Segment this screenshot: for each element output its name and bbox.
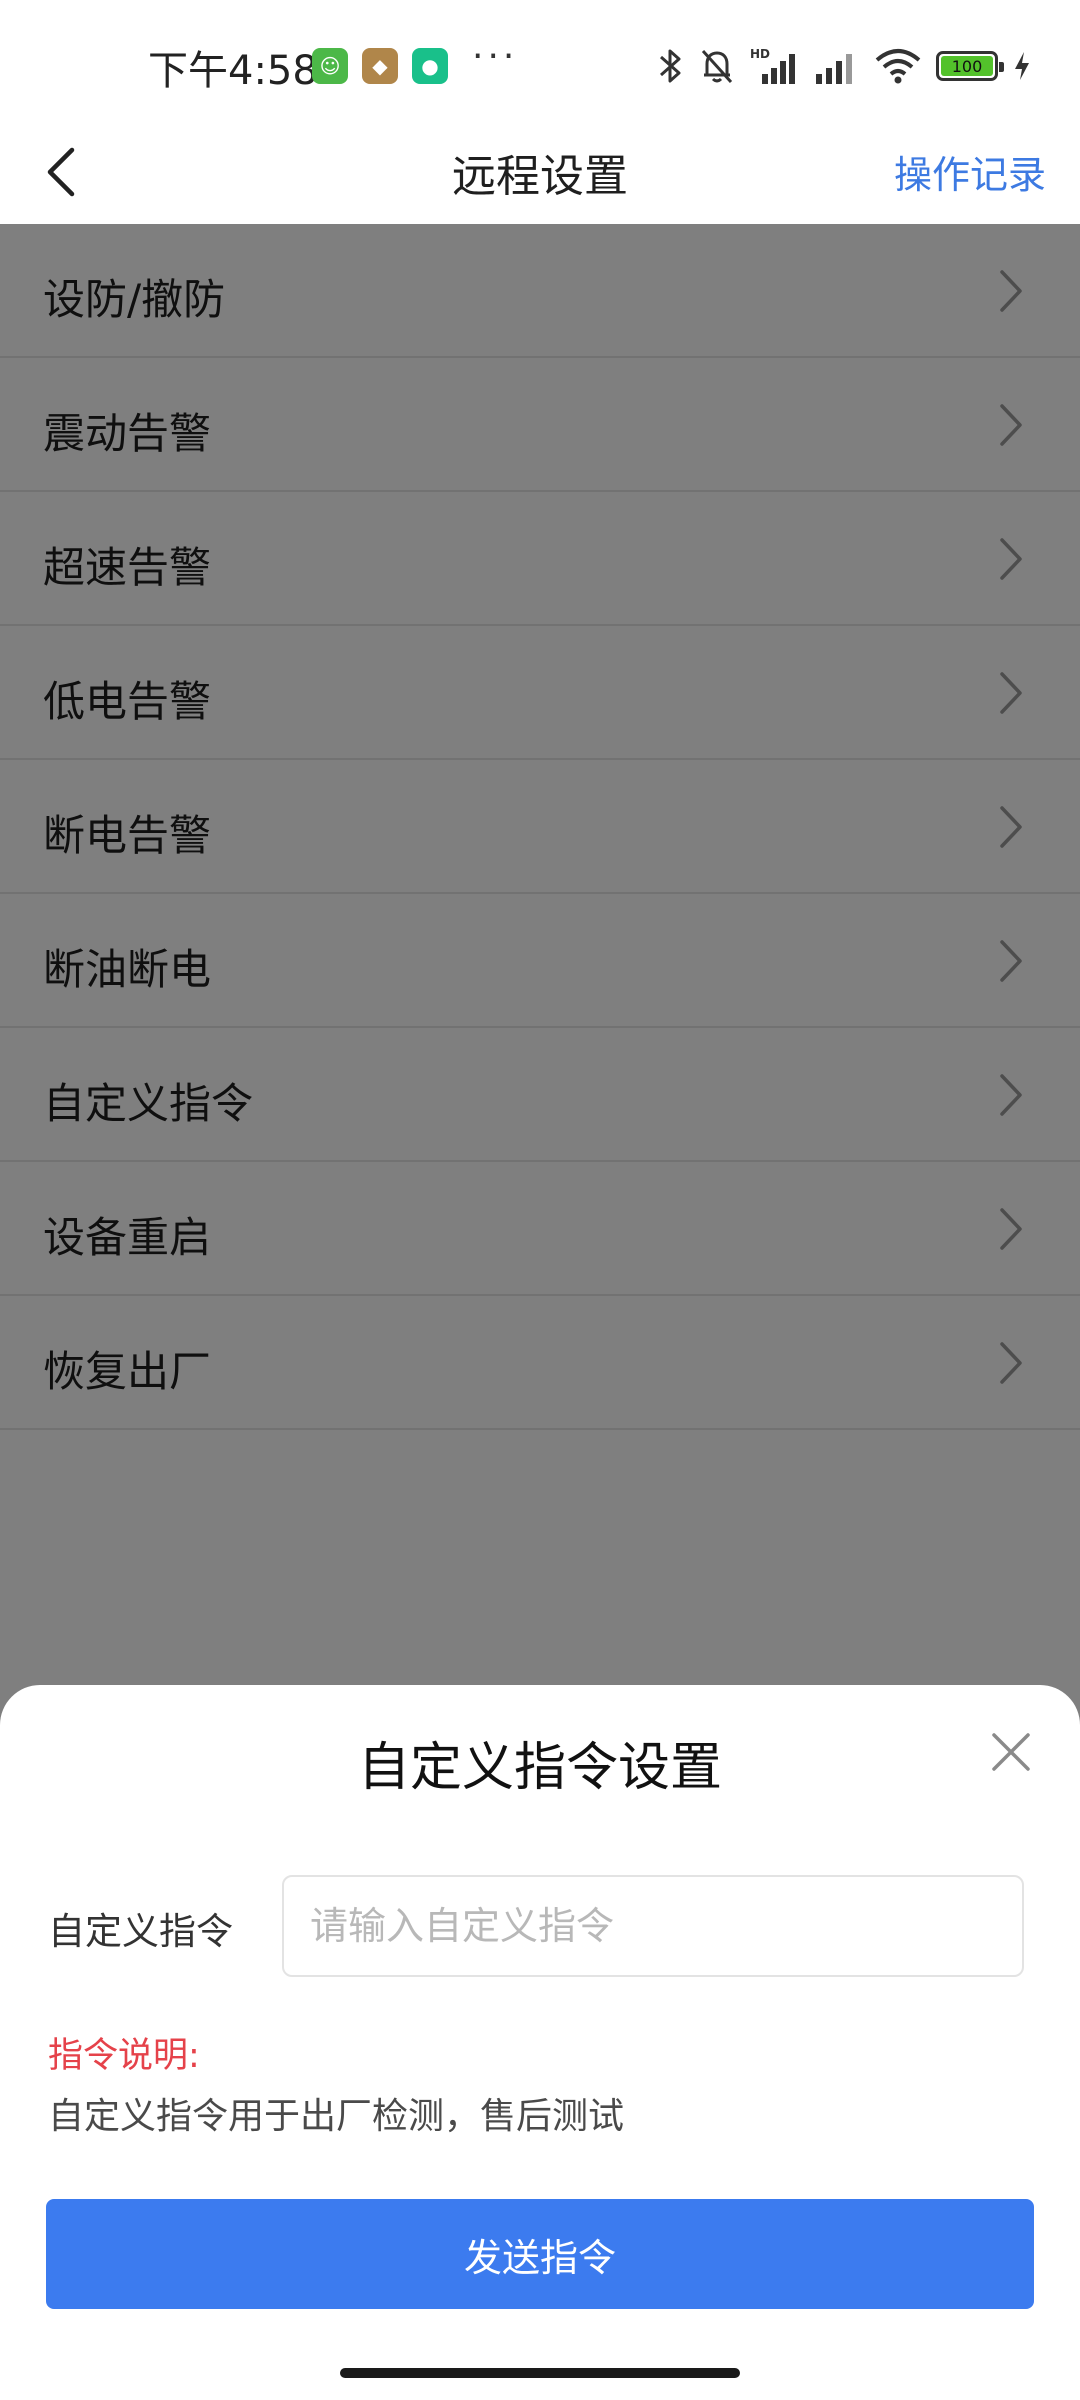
app-teal-icon: ● (412, 48, 448, 84)
battery-icon: 100 (936, 51, 1004, 81)
operation-log-link[interactable]: 操作记录 (894, 144, 1046, 199)
charging-bolt-icon (1015, 52, 1029, 80)
command-note-title: 指令说明: (48, 2036, 200, 2076)
custom-command-input[interactable] (282, 1875, 1024, 1977)
system-icons: HD 100 (658, 44, 1032, 88)
sheet-title: 自定义指令设置 (357, 1738, 722, 1798)
close-icon[interactable] (986, 1727, 1036, 1777)
mute-bell-icon (701, 49, 733, 84)
cell-signal-hd-icon: HD (750, 47, 795, 84)
command-note-text: 自定义指令用于出厂检测，售后测试 (48, 2096, 625, 2137)
nav-bar: 远程设置 操作记录 (0, 120, 1080, 224)
more-notifications-icon: ··· (472, 36, 519, 77)
bluetooth-icon (660, 49, 681, 83)
custom-command-label: 自定义指令 (48, 1910, 233, 1953)
custom-command-sheet: 自定义指令设置 自定义指令 指令说明: 自定义指令用于出厂检测，售后测试 发送指… (0, 1685, 1080, 2400)
status-time: 下午4:58 (148, 48, 318, 94)
wifi-icon (875, 49, 921, 84)
battery-level: 100 (941, 56, 993, 76)
app-green-icon: ☺ (312, 48, 348, 84)
home-indicator[interactable] (340, 2368, 740, 2378)
send-command-button[interactable]: 发送指令 (46, 2199, 1034, 2309)
status-bar: 下午4:58 ☺ ◆ ● ··· HD 100 (0, 0, 1080, 120)
remote-settings-screen: 下午4:58 ☺ ◆ ● ··· HD 100 远程设置 操作记录 自定义指令设… (0, 0, 1080, 2400)
svg-text:HD: HD (750, 47, 770, 61)
cell-signal-icon (816, 54, 852, 84)
app-brown-icon: ◆ (362, 48, 398, 84)
